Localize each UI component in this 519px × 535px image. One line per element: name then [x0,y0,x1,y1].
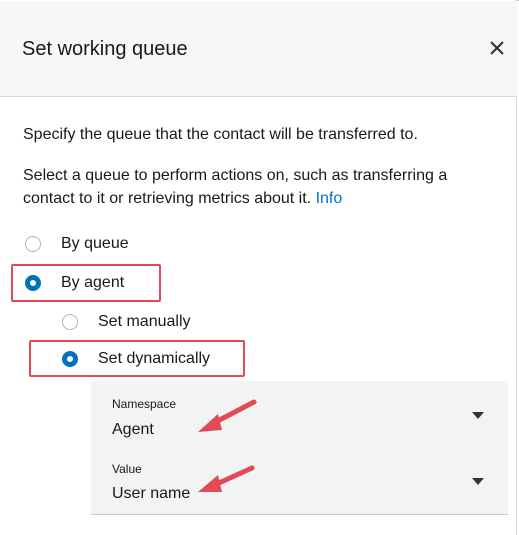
option-set-dynamically[interactable]: Set dynamically [62,350,210,368]
radio-set-manually[interactable] [62,314,78,330]
option-by-agent[interactable]: By agent [25,274,124,292]
namespace-chevron-down-icon[interactable] [472,412,484,419]
value-label: Value [112,462,142,476]
namespace-label: Namespace [112,397,177,411]
description-text: Select a queue to perform actions on, su… [23,167,448,207]
description-line1: Specify the queue that the contact will … [23,126,418,143]
radio-by-agent[interactable] [25,275,41,291]
namespace-value: Agent [112,421,154,438]
info-link[interactable]: Info [316,190,343,207]
annotation-arrow-icon [198,465,255,492]
option-set-manually-label: Set manually [98,313,191,330]
radio-set-dynamically[interactable] [62,351,78,367]
radio-by-queue[interactable] [25,236,41,252]
panel-header: Set working queue [0,1,517,97]
value-value: User name [112,485,191,502]
panel-title: Set working queue [22,38,188,60]
option-by-agent-label: By agent [61,274,125,291]
namespace-select[interactable]: Namespace Agent [91,381,508,447]
value-select[interactable]: Value User name [91,447,508,513]
description-line2: Select a queue to perform actions on, su… [23,164,498,210]
option-by-queue[interactable]: By queue [25,235,129,253]
option-by-queue-label: By queue [61,235,129,252]
option-set-dynamically-label: Set dynamically [98,350,211,367]
close-icon[interactable] [486,37,508,59]
dynamic-fields-panel: Namespace Agent Value User name [91,381,508,515]
set-working-queue-panel: Set working queue Specify the queue that… [0,0,517,535]
annotation-arrow-icon [198,399,257,432]
value-chevron-down-icon[interactable] [472,478,484,485]
option-set-manually[interactable]: Set manually [62,313,191,331]
